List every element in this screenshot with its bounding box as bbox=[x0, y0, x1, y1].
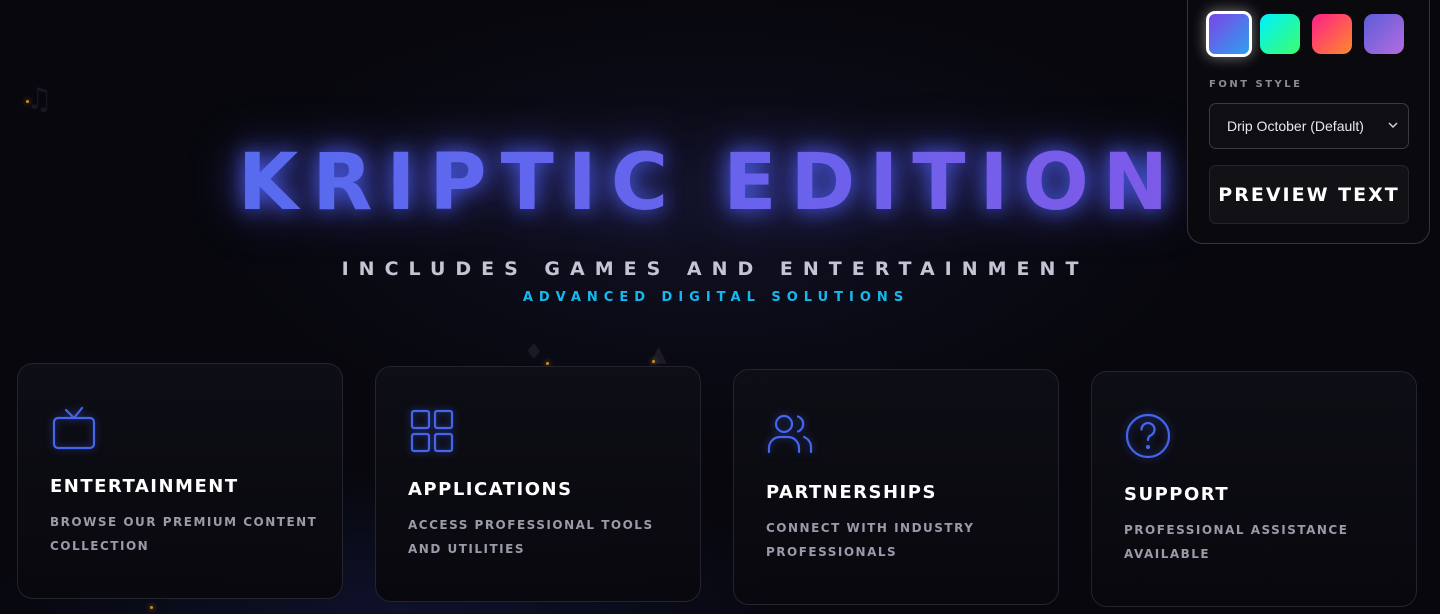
ember-particle bbox=[546, 362, 549, 365]
ember-particle bbox=[652, 360, 655, 363]
font-style-label: Font Style bbox=[1209, 79, 1303, 90]
card-description: Professional assistance available bbox=[1124, 523, 1349, 561]
page-background: ♫ ♦ ▲ Kriptic Edition Includes Games and… bbox=[0, 0, 1440, 614]
chevron-down-icon bbox=[1388, 122, 1398, 129]
tv-icon bbox=[50, 404, 98, 452]
users-icon bbox=[766, 410, 814, 458]
card-entertainment[interactable]: Entertainment Browse our premium content… bbox=[17, 363, 343, 599]
font-style-select[interactable]: Drip October (Default) bbox=[1209, 103, 1409, 149]
hero-subtitle: Includes Games and Entertainment bbox=[341, 258, 1089, 280]
font-style-value: Drip October (Default) bbox=[1227, 118, 1364, 134]
card-description: Connect with industry professionals bbox=[766, 521, 975, 559]
theme-settings-panel: Font Style Drip October (Default) Previe… bbox=[1187, 0, 1430, 244]
theme-swatch-pink-orange[interactable] bbox=[1312, 14, 1352, 54]
card-applications[interactable]: Applications Access professional tools a… bbox=[375, 366, 701, 602]
card-title: Entertainment bbox=[50, 476, 239, 497]
card-title: Applications bbox=[408, 479, 573, 500]
background-decoration: ♫ bbox=[26, 82, 53, 117]
theme-swatch-cyan-green[interactable] bbox=[1260, 14, 1300, 54]
theme-swatch-blue-purple[interactable] bbox=[1206, 11, 1252, 57]
theme-swatch-violet[interactable] bbox=[1364, 14, 1404, 54]
card-title: Partnerships bbox=[766, 482, 937, 503]
card-title: Support bbox=[1124, 484, 1230, 505]
ember-particle bbox=[26, 100, 29, 103]
ember-particle bbox=[150, 606, 153, 609]
hero-tagline: Advanced Digital Solutions bbox=[522, 290, 910, 305]
card-description: Browse our premium content collection bbox=[50, 515, 318, 553]
card-partnerships[interactable]: Partnerships Connect with industry profe… bbox=[733, 369, 1059, 605]
background-decoration: ▲ bbox=[650, 342, 667, 367]
card-description: Access professional tools and utilities bbox=[408, 518, 654, 556]
grid-icon bbox=[408, 407, 456, 455]
background-decoration: ♦ bbox=[524, 340, 544, 365]
font-preview: Preview Text bbox=[1209, 165, 1409, 224]
card-support[interactable]: Support Professional assistance availabl… bbox=[1091, 371, 1417, 607]
help-circle-icon bbox=[1124, 412, 1172, 460]
